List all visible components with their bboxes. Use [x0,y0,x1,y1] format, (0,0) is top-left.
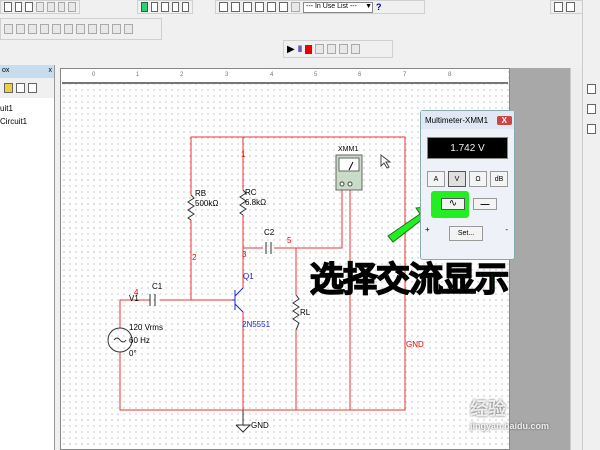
v1-label: V1 [129,294,139,303]
mode-buttons: A V Ω dB [427,171,508,187]
rb-value: 500kΩ [195,199,219,208]
q1-model: 2N5551 [242,320,271,329]
node-label: 3 [242,250,247,259]
node-label: 1 [241,150,246,159]
c1-label: C1 [152,282,163,291]
sine-icon [113,337,127,343]
rl-resistor[interactable] [292,294,300,331]
c2-label: C2 [264,228,275,237]
rb-label: RB [195,189,207,198]
multimeter-titlebar[interactable]: Multimeter-XMM1 X [421,111,514,129]
ground-icon [235,424,252,433]
ohmmeter-button[interactable]: Ω [469,171,487,187]
watermark-brand: 经验 [470,399,506,419]
negative-terminal[interactable]: - [505,225,508,234]
annotation-text: 选择交流显示 [309,259,510,301]
cursor-icon [380,153,392,169]
multimeter-display: 1.742 V [427,137,508,159]
node-label: 2 [192,253,197,262]
gnd-net-label: GND [406,340,424,349]
watermark-url: jingyan.baidu.com [470,421,550,431]
rl-label: RL [300,308,311,317]
v1-frequency: 60 Hz [129,336,150,345]
set-button[interactable]: Set... [449,226,483,241]
q1-label: Q1 [243,272,254,281]
multimeter-xmm1-symbol[interactable] [335,154,363,191]
dc-button[interactable]: — [473,198,497,210]
voltmeter-button[interactable]: V [448,171,466,187]
node-label: 5 [287,236,292,245]
transistor-q1[interactable] [232,287,244,313]
rb-resistor[interactable] [187,194,195,221]
ac-button[interactable]: ∿ [441,198,465,210]
v1-phase: 0° [129,349,137,358]
watermark: 经验 jingyan.baidu.com [470,395,549,431]
rc-value: 6.8kΩ [245,198,267,207]
positive-terminal[interactable]: + [425,225,430,234]
rc-label: RC [245,188,257,197]
close-button[interactable]: X [496,115,512,125]
multimeter-title: Multimeter-XMM1 [425,115,489,125]
ammeter-button[interactable]: A [427,171,445,187]
meter-label: XMM1 [338,146,359,153]
v1-amplitude: 120 Vrms [129,323,163,332]
wire [274,190,343,249]
gnd-label: GND [251,421,269,430]
multimeter-window: Multimeter-XMM1 X 1.742 V A V Ω dB ∿ — +… [420,110,515,260]
decibel-button[interactable]: dB [490,171,508,187]
